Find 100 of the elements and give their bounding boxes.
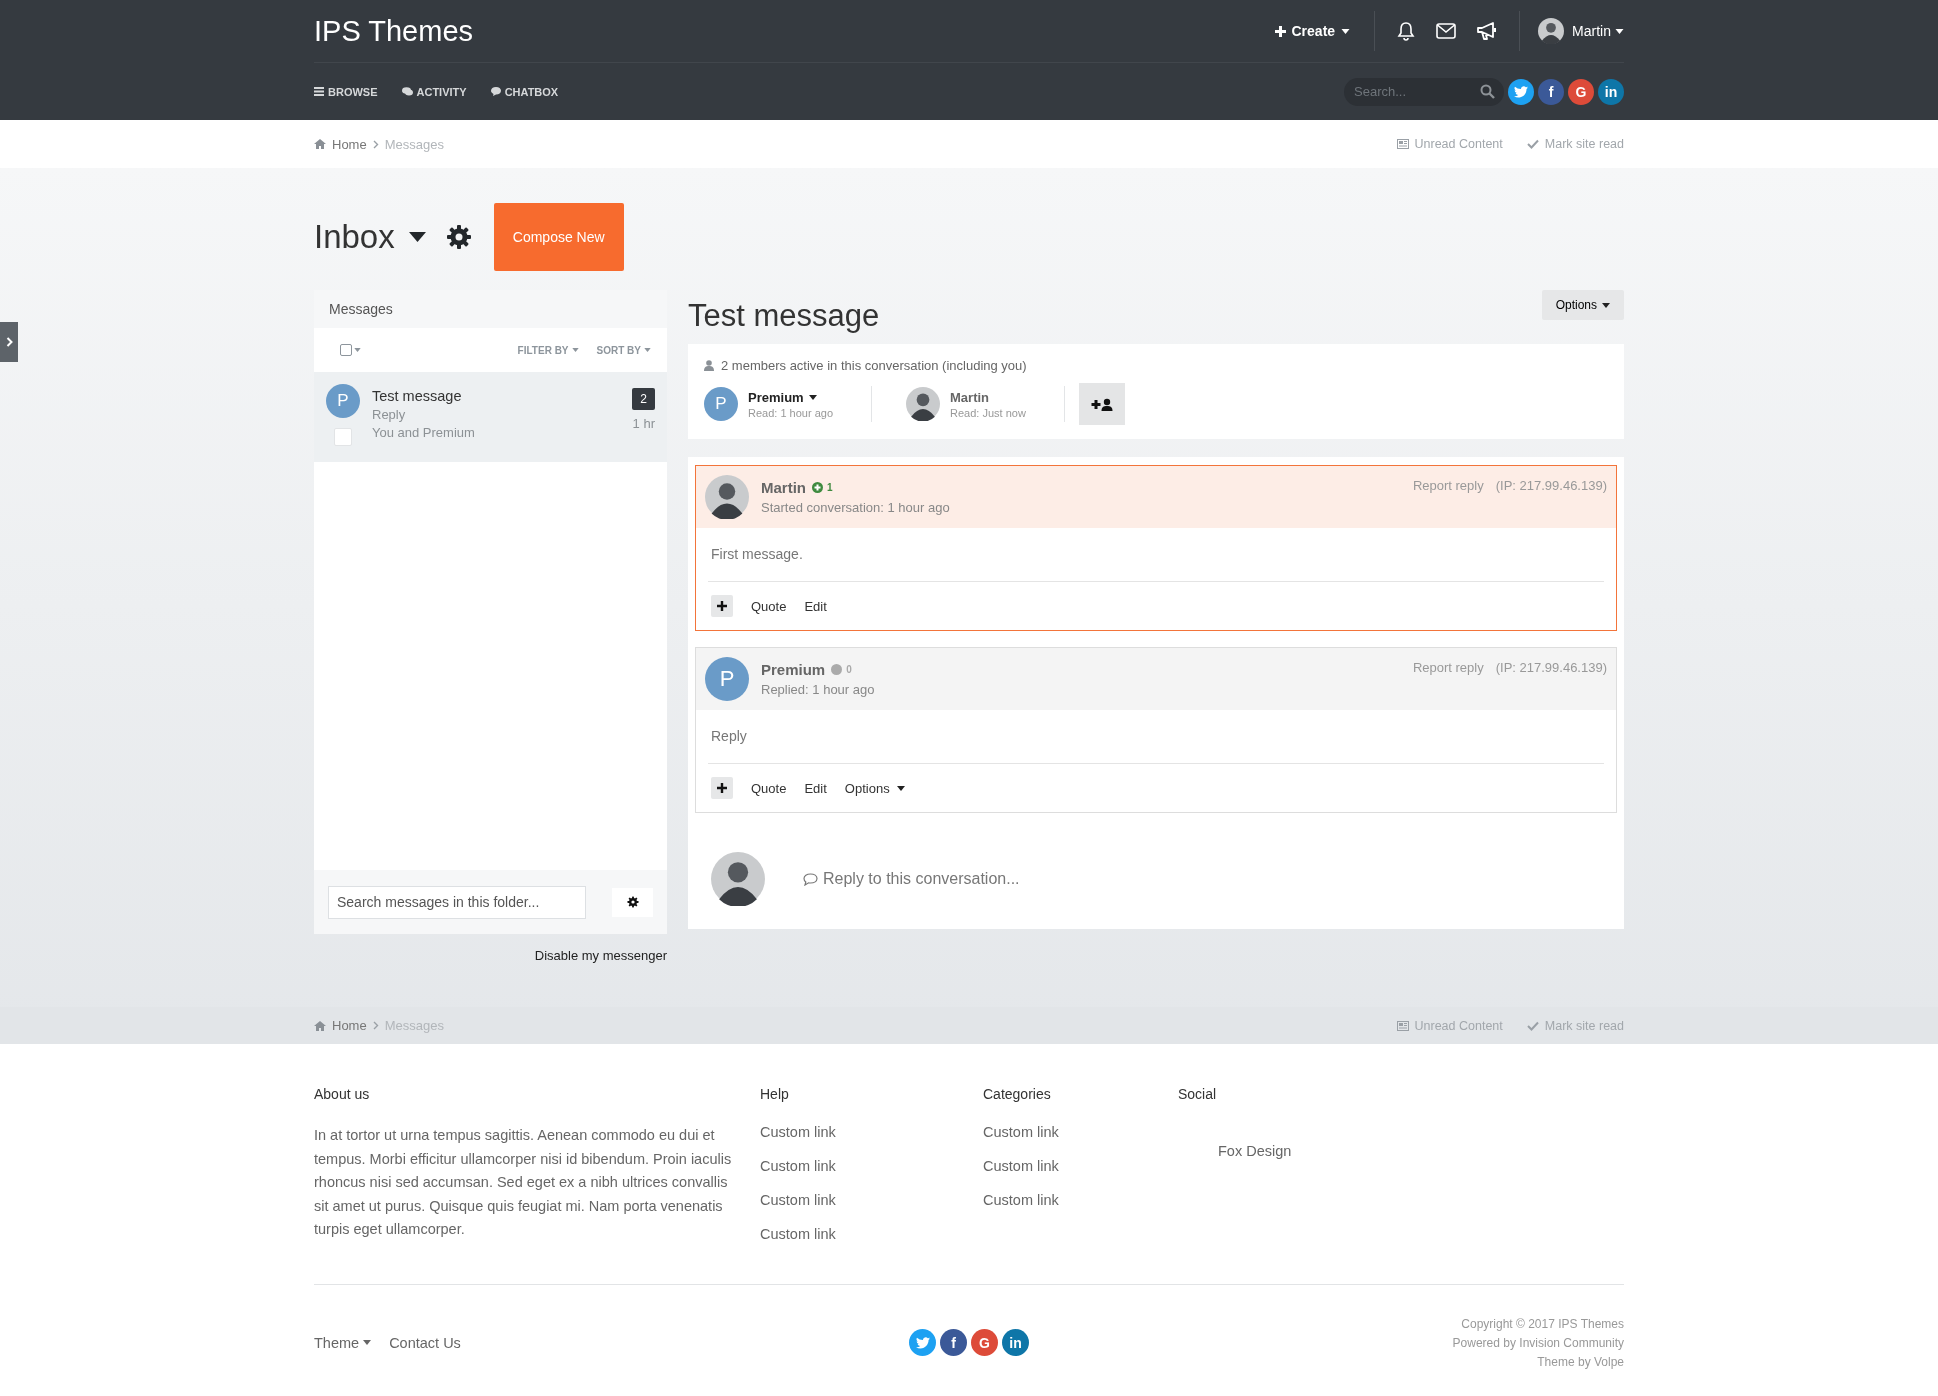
read-status: Read: Just now: [950, 406, 1026, 419]
check-icon: [1526, 139, 1539, 149]
social-icon[interactable]: in: [1598, 78, 1624, 105]
create-button[interactable]: Create: [1268, 23, 1357, 39]
social-icon[interactable]: G: [971, 1329, 998, 1356]
caret-icon: [363, 1340, 372, 1345]
read-status: Read: 1 hour ago: [748, 406, 833, 419]
caret-icon: [1341, 28, 1351, 34]
user-avatar: [711, 852, 765, 906]
reputation-count: 0: [846, 664, 852, 675]
user-avatar: P: [704, 387, 738, 421]
menu-icon: [314, 87, 324, 96]
footer-heading: Help: [760, 1086, 790, 1102]
user-avatar: P: [326, 384, 360, 418]
member-name[interactable]: Martin: [950, 389, 1026, 405]
chevron-icon: [372, 139, 379, 149]
search-field[interactable]: Search messages in this folder...: [328, 885, 586, 919]
post-action-link[interactable]: Edit: [804, 780, 827, 796]
social-icon[interactable]: f: [940, 1329, 967, 1356]
multiquote-button[interactable]: [711, 595, 733, 617]
footer-link[interactable]: Custom link: [760, 1226, 983, 1242]
speech-bubble-icon: [490, 87, 501, 96]
caret-icon[interactable]: [408, 232, 426, 242]
author-name[interactable]: Martin: [761, 479, 806, 496]
select-all-checkbox[interactable]: [340, 344, 361, 356]
chevron-icon: [372, 1021, 379, 1030]
post-action-link[interactable]: Quote: [751, 780, 787, 796]
social-icon[interactable]: G: [1568, 78, 1594, 105]
footer-link[interactable]: Custom link: [760, 1192, 983, 1208]
copyright-text: Copyright © 2017 IPS Themes: [1461, 1316, 1624, 1331]
social-icon[interactable]: in: [1002, 1329, 1029, 1356]
about-text: In at tortor ut urna tempus sagittis. Aenean commodo eu dui et tempus. Morbi efficitur ullamcorper nisi id bibendum. Proin iaculis rhoncus nisi sed accumsan. Sed eget ex a nibh ultrices convallis sit amet ut purus. Quisque quis feugiat mi. Nam porta venenatis turpis eget ullamcorper.: [314, 1126, 733, 1239]
footer-link[interactable]: Custom link: [983, 1124, 1178, 1140]
breadcrumb-link[interactable]: Home: [332, 136, 367, 152]
nav-link[interactable]: BROWSE: [314, 85, 378, 98]
sort-menu[interactable]: SORT BY: [596, 344, 651, 356]
caret-icon: [1615, 28, 1624, 34]
footer-link[interactable]: Custom link: [983, 1192, 1178, 1208]
caret-icon: [571, 348, 579, 352]
member-name[interactable]: Premium: [748, 389, 833, 405]
message-list-item[interactable]: P Test message Reply You and Premium 2 1 hr: [314, 372, 667, 462]
author-name[interactable]: Premium: [761, 661, 826, 678]
post-action-link[interactable]: Options: [844, 780, 905, 796]
nav-link[interactable]: ACTIVITY: [401, 85, 467, 98]
megaphone-icon[interactable]: [1476, 21, 1499, 41]
add-member-button[interactable]: [1078, 383, 1125, 425]
caret-icon: [644, 348, 651, 352]
reply-field[interactable]: Reply to this conversation...: [803, 870, 1020, 888]
home-icon: [314, 1020, 326, 1031]
post-action-link[interactable]: Quote: [751, 598, 787, 614]
footer-link[interactable]: Custom link: [760, 1124, 983, 1140]
search-icon[interactable]: [1480, 84, 1495, 99]
post-date: Started conversation: 1 hour ago: [761, 500, 950, 515]
options-button[interactable]: Options: [1541, 290, 1624, 320]
reputation-count: 1: [827, 482, 833, 493]
nav-link[interactable]: CHATBOX: [490, 85, 559, 98]
newspaper-icon: [1396, 139, 1409, 149]
caret-icon: [808, 394, 817, 400]
plus-icon: [1274, 25, 1286, 37]
add-user-icon: [1090, 397, 1113, 411]
active-members-note: 2 members active in this conversation (including you): [721, 358, 1027, 373]
footer-heading: Social: [1178, 1086, 1218, 1102]
check-icon: [1526, 1020, 1539, 1031]
post-text: Reply: [708, 710, 1604, 764]
disable-messenger-link[interactable]: Disable my messenger: [314, 948, 667, 963]
copyright-text: Theme by Volpe: [1537, 1354, 1624, 1369]
site-title[interactable]: IPS Themes: [314, 14, 474, 48]
settings-button[interactable]: [612, 887, 653, 917]
bell-icon[interactable]: [1396, 21, 1417, 41]
filter-menu[interactable]: FILTER BY: [517, 344, 579, 356]
settings-icon[interactable]: [445, 224, 472, 250]
post-action-link[interactable]: Edit: [804, 598, 827, 614]
breadcrumb-link[interactable]: Home: [332, 1018, 367, 1033]
footer-heading: Categories: [983, 1086, 1052, 1102]
user-menu[interactable]: Martin: [1572, 23, 1624, 39]
social-icon[interactable]: [1508, 78, 1534, 105]
post-date: Replied: 1 hour ago: [761, 682, 875, 697]
message-snippet: Reply: [372, 407, 407, 422]
footer-link[interactable]: Theme: [314, 1334, 372, 1351]
mail-icon[interactable]: [1436, 23, 1457, 39]
speech-bubble-icon: [803, 872, 818, 886]
social-icon[interactable]: f: [1538, 78, 1564, 105]
footer-link[interactable]: Custom link: [760, 1158, 983, 1174]
user-avatar: P: [705, 657, 749, 701]
participants-text: You and Premium: [372, 425, 476, 440]
message-time: 1 hr: [632, 416, 655, 431]
settings-icon[interactable]: [626, 896, 639, 908]
footer-link[interactable]: Contact Us: [389, 1334, 461, 1351]
search-field[interactable]: Search...: [1344, 77, 1504, 106]
inbox-title[interactable]: Inbox: [314, 218, 395, 256]
multiquote-button[interactable]: [711, 777, 733, 799]
caret-icon: [896, 785, 905, 791]
footer-heading: About us: [314, 1086, 371, 1102]
sidebar-toggle[interactable]: [0, 322, 18, 362]
caret-icon: [1602, 302, 1610, 308]
row-checkbox[interactable]: [334, 428, 352, 446]
caret-icon: [354, 348, 361, 352]
footer-link[interactable]: Custom link: [983, 1158, 1178, 1174]
plus-icon: [717, 783, 727, 793]
ip-address: (IP: 217.99.46.139): [1495, 478, 1607, 493]
